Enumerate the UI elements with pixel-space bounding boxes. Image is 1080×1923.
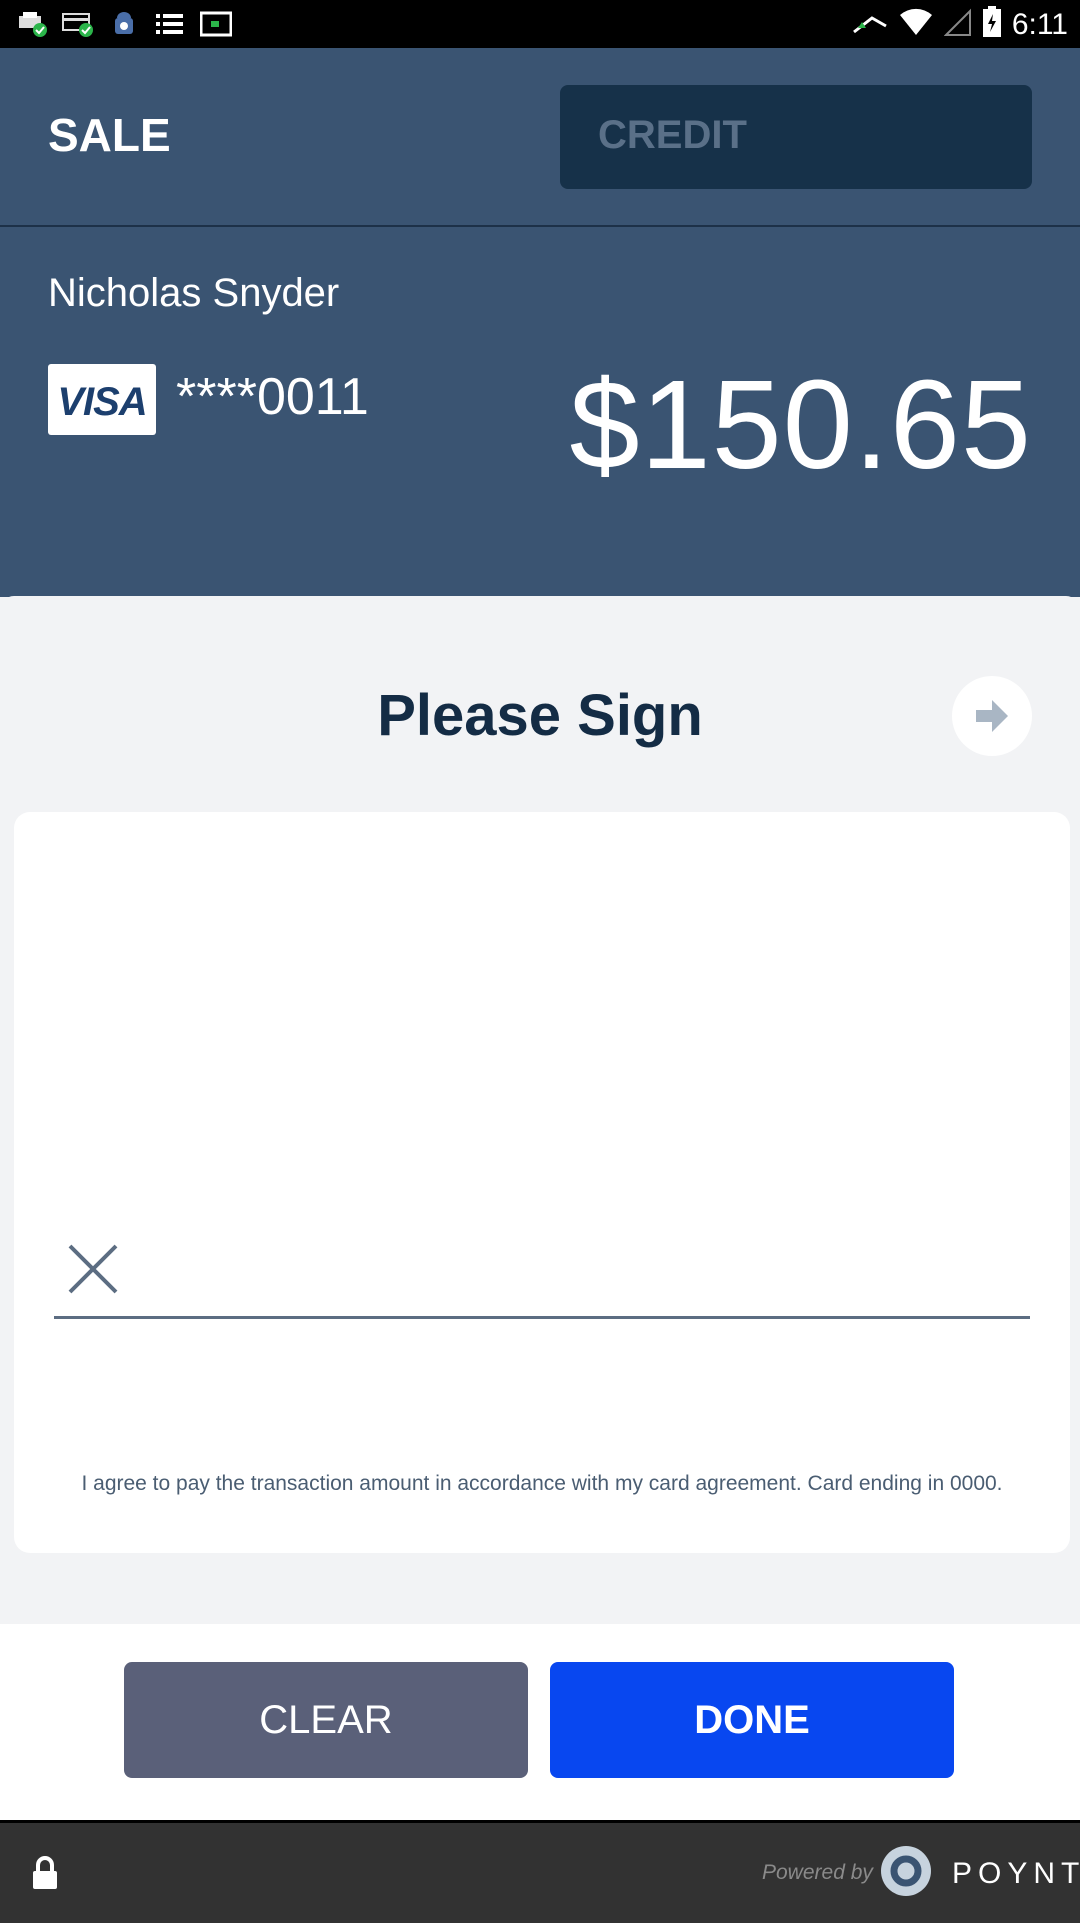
visa-logo: VISA bbox=[48, 364, 156, 435]
card-brand: VISA bbox=[57, 380, 147, 424]
signal-icon bbox=[943, 7, 972, 42]
transaction-type-title: SALE bbox=[48, 109, 171, 161]
card-check-icon bbox=[62, 10, 94, 38]
clock: 6:11 bbox=[1011, 7, 1068, 41]
payment-type-label: CREDIT bbox=[598, 113, 747, 157]
screen-icon bbox=[199, 10, 233, 38]
system-indicators: 6:11 bbox=[852, 6, 1068, 43]
poynt-logo-icon bbox=[881, 1846, 931, 1896]
signature-line bbox=[54, 1316, 1030, 1319]
card-info-panel: Nicholas Snyder VISA ****0011 $150.65 bbox=[0, 227, 1080, 597]
wifi-icon bbox=[898, 7, 934, 42]
printer-check-icon bbox=[16, 10, 48, 38]
arrow-right-icon bbox=[976, 700, 1008, 732]
status-bar: 6:11 bbox=[0, 0, 1080, 48]
clear-button[interactable]: CLEAR bbox=[124, 1662, 528, 1778]
cloud-up-icon bbox=[852, 8, 888, 41]
list-icon bbox=[154, 10, 186, 38]
agreement-text: I agree to pay the transaction amount in… bbox=[81, 1472, 1003, 1495]
payment-type-selector[interactable]: CREDIT bbox=[560, 85, 1032, 189]
transaction-amount: $150.65 bbox=[569, 354, 1032, 495]
close-x-icon bbox=[68, 1244, 118, 1294]
signature-panel: Please Sign I agree to pay the transacti… bbox=[0, 596, 1080, 1624]
notification-icons bbox=[16, 10, 233, 38]
action-buttons: CLEAR DONE bbox=[0, 1624, 1080, 1820]
android-icon bbox=[108, 10, 140, 38]
powered-by-label: Powered by bbox=[762, 1861, 873, 1884]
footer-bar: Powered by POYNT bbox=[0, 1820, 1080, 1923]
masked-card-number: ****0011 bbox=[176, 368, 369, 426]
transaction-header: SALE CREDIT bbox=[0, 48, 1080, 227]
cardholder-name: Nicholas Snyder bbox=[48, 271, 340, 315]
next-arrow-button[interactable] bbox=[952, 676, 1032, 756]
done-button[interactable]: DONE bbox=[550, 1662, 954, 1778]
battery-icon bbox=[982, 6, 1002, 43]
signature-pad[interactable]: I agree to pay the transaction amount in… bbox=[14, 812, 1070, 1553]
sign-title: Please Sign bbox=[377, 683, 703, 748]
poynt-brand: POYNT bbox=[952, 1857, 1080, 1890]
lock-icon bbox=[33, 1856, 57, 1889]
